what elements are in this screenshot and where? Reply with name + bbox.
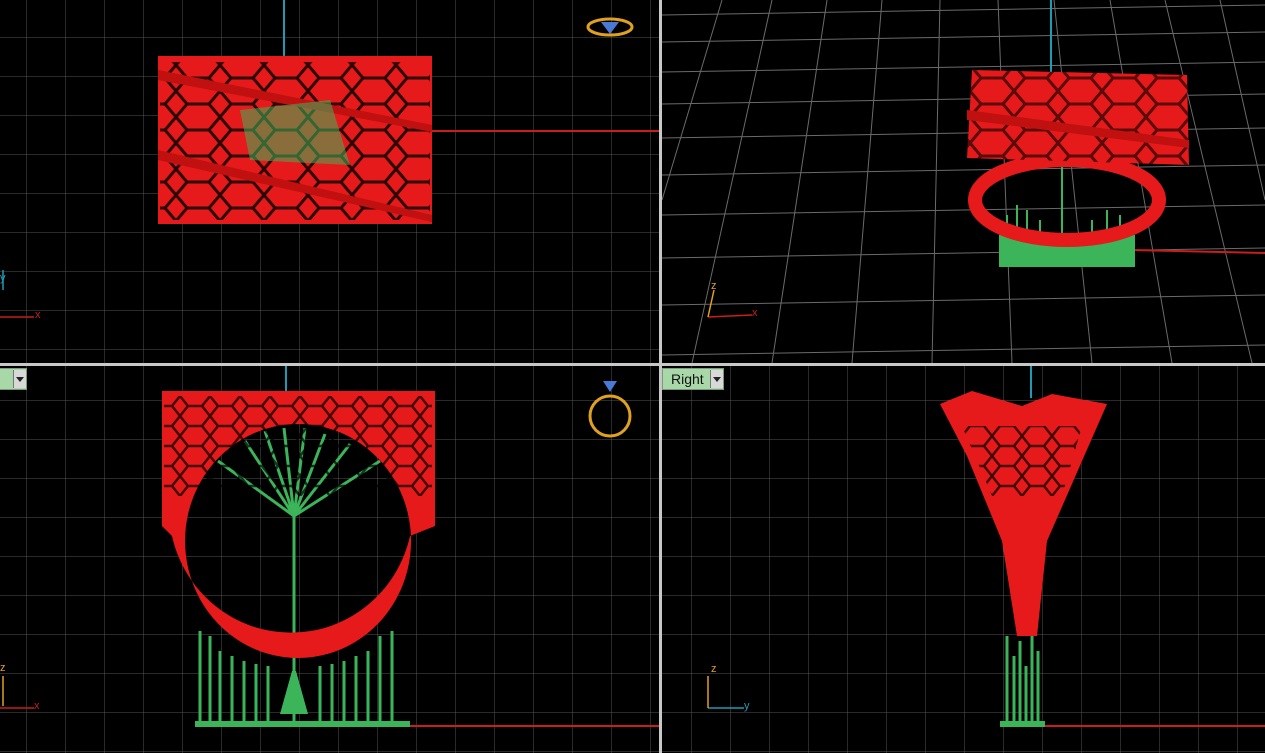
x-axis-label: x [35, 309, 41, 321]
z-axis-label: z [711, 663, 717, 675]
viewport-right[interactable]: Right y z [662, 366, 1265, 753]
ring-top-view[interactable] [158, 56, 432, 224]
chevron-down-icon[interactable] [709, 370, 723, 388]
right-viewport-label[interactable]: Right [662, 368, 724, 390]
viewport-horizontal-divider[interactable] [0, 363, 1265, 366]
top-view-canvas [0, 0, 659, 363]
x-axis-line [1131, 249, 1265, 254]
viewport-vertical-divider[interactable] [659, 0, 662, 753]
diamond-ring-front-view-icon[interactable] [585, 378, 635, 448]
viewport-front[interactable]: x z [0, 366, 659, 753]
y-axis-label: y [744, 700, 750, 712]
z-axis-label: z [0, 662, 6, 674]
front-viewport-label[interactable] [0, 368, 27, 390]
viewport-top[interactable]: x y [0, 0, 659, 363]
z-axis-label: z [711, 280, 717, 292]
y-axis-label: y [0, 272, 6, 284]
viewport-perspective[interactable]: x z [662, 0, 1265, 363]
front-view-canvas [0, 366, 659, 753]
diamond-ring-top-view-icon[interactable] [585, 12, 635, 42]
right-view-canvas [662, 366, 1265, 753]
chevron-down-icon[interactable] [13, 370, 26, 388]
x-axis-label: x [752, 307, 758, 319]
x-axis-label: x [34, 700, 40, 712]
